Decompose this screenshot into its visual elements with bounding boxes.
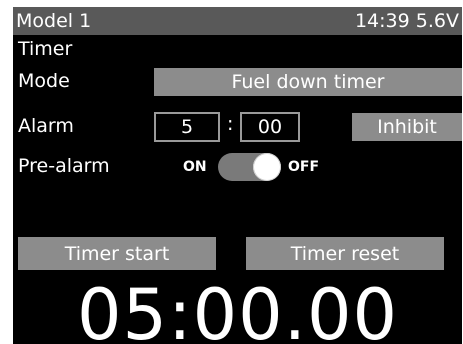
status-info: 14:39 5.6V <box>355 9 459 33</box>
page-title: Timer <box>18 38 73 60</box>
pre-alarm-label: Pre-alarm <box>18 155 110 177</box>
battery-voltage: 5.6V <box>415 10 459 32</box>
alarm-minutes-field[interactable]: 5 <box>154 112 220 142</box>
timer-start-button[interactable]: Timer start <box>18 237 216 270</box>
mode-select-button[interactable]: Fuel down timer <box>154 68 462 96</box>
status-bar: Model 1 14:39 5.6V <box>13 7 462 35</box>
model-name: Model 1 <box>16 10 92 32</box>
toggle-off-label: OFF <box>288 159 320 175</box>
timer-reset-button[interactable]: Timer reset <box>246 237 444 270</box>
clock-time: 14:39 <box>354 10 410 32</box>
inhibit-button[interactable]: Inhibit <box>352 113 462 141</box>
timer-screen: Model 1 14:39 5.6V Timer Mode Fuel down … <box>13 7 462 344</box>
alarm-separator: : <box>227 113 234 135</box>
toggle-on-label: ON <box>183 159 207 175</box>
mode-label: Mode <box>18 70 70 92</box>
timer-readout: 05:00.00 <box>76 274 399 344</box>
alarm-seconds-field[interactable]: 00 <box>240 112 300 142</box>
toggle-knob[interactable] <box>253 153 281 181</box>
alarm-label: Alarm <box>18 115 74 137</box>
